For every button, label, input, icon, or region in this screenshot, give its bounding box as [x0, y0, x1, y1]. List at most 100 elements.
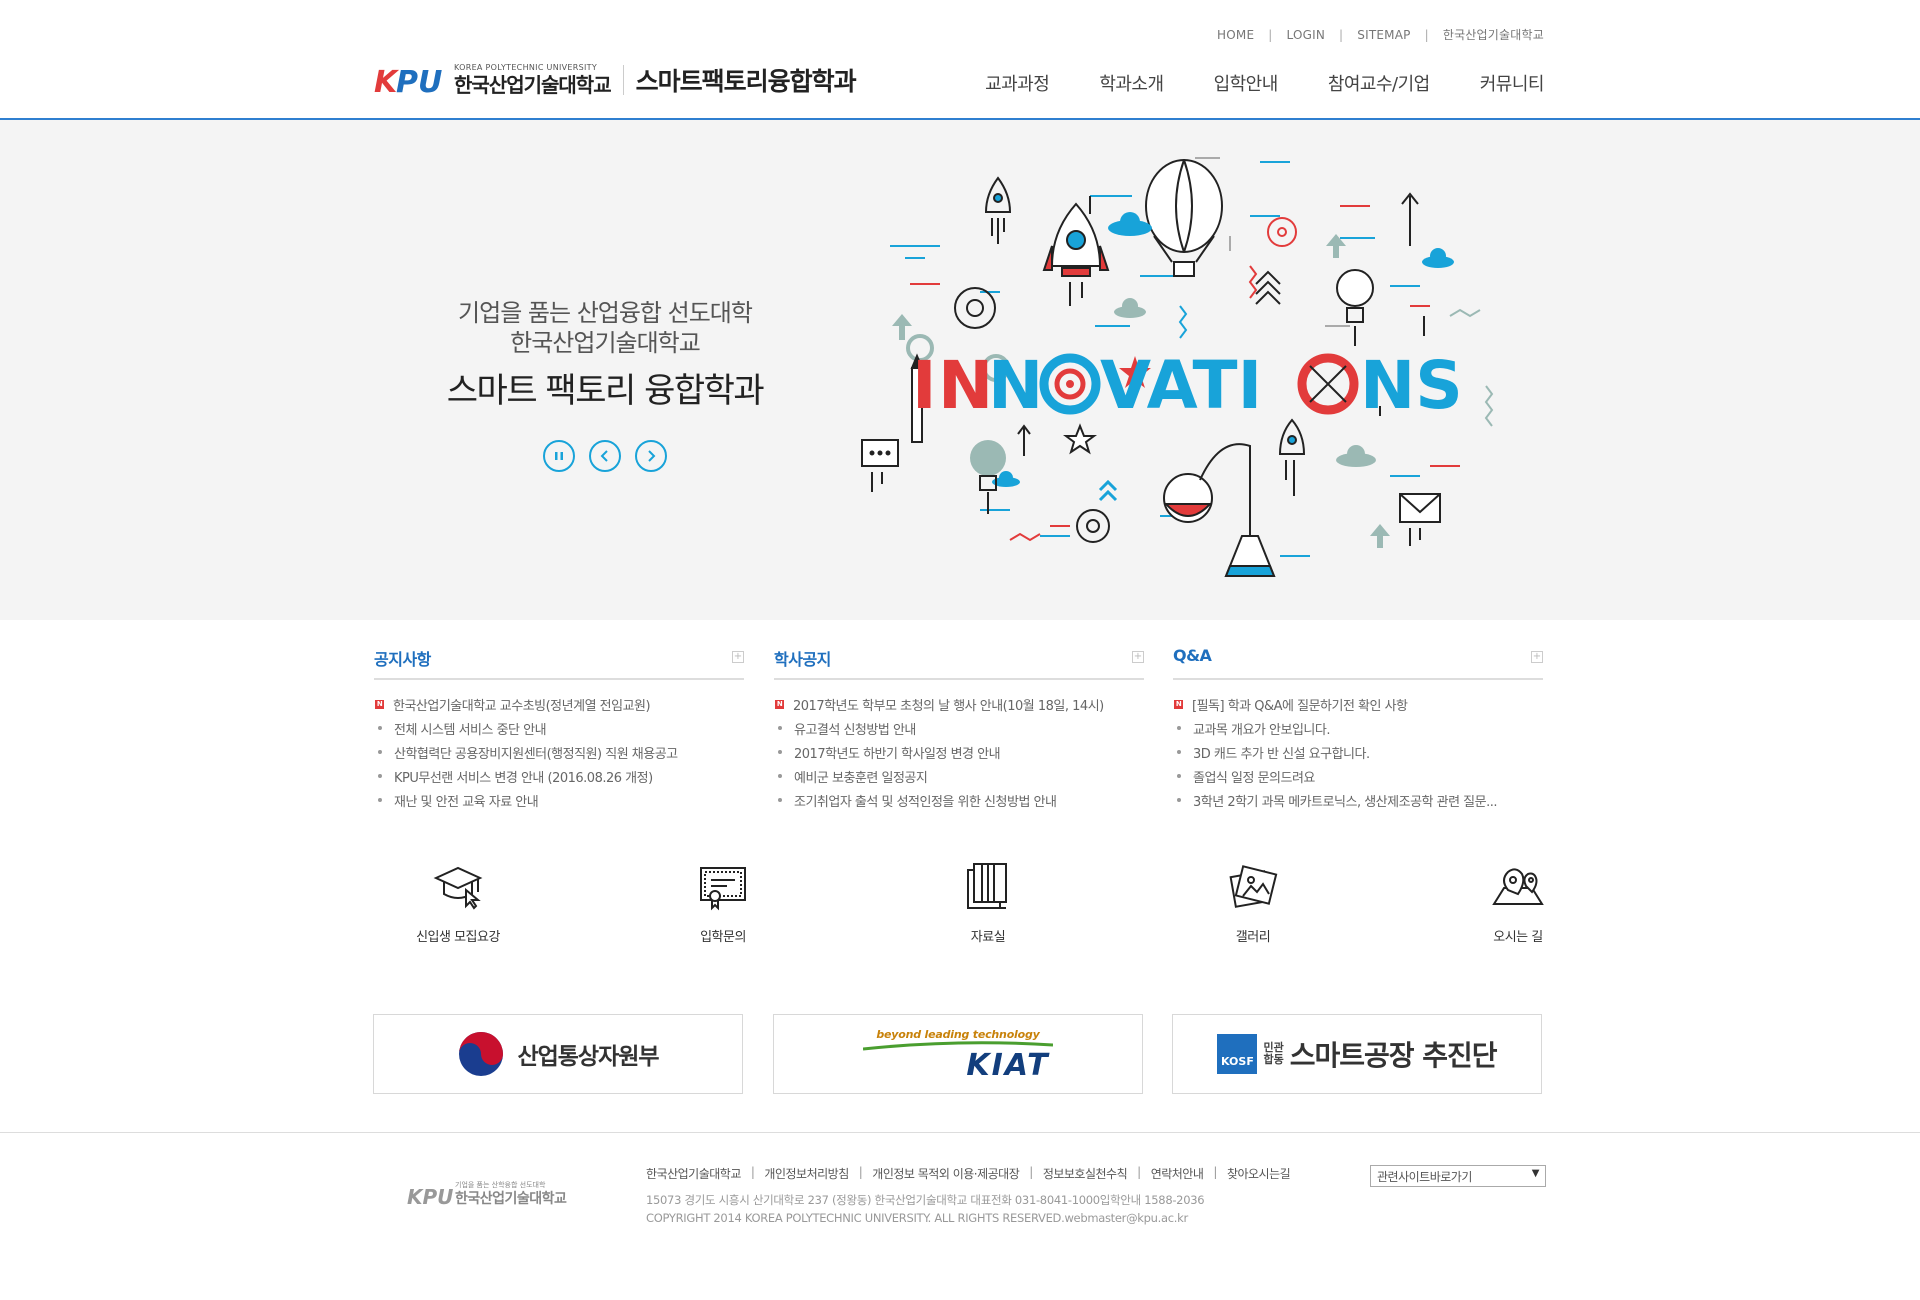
kosf-joint-label: 민관 합동 [1263, 1042, 1283, 1066]
util-login-link[interactable]: LOGIN [1287, 28, 1326, 42]
next-slide-button[interactable] [635, 440, 667, 472]
more-button[interactable]: + [1531, 651, 1543, 663]
board-notice: 공지사항 + N 한국산업기술대학교 교수초빙(정년계열 전임교원) 전체 시스템… [374, 646, 744, 812]
util-separator: | [1424, 27, 1429, 42]
util-sitemap-link[interactable]: SITEMAP [1357, 28, 1410, 42]
lightbulb-icon [1336, 269, 1374, 346]
list-item-text: 한국산업기술대학교 교수초빙(정년계열 전임교원) [393, 698, 651, 714]
list-item[interactable]: N [필독] 학과 Q&A에 질문하기전 확인 사항 [1173, 692, 1543, 716]
hero-university: 한국산업기술대학교 [510, 329, 701, 357]
kpu-logo-mark: K P U [374, 65, 442, 100]
logo-divider [622, 65, 624, 95]
footer-link-security-rules[interactable]: 정보보호실천수칙 [1043, 1165, 1128, 1182]
more-button[interactable]: + [1132, 651, 1144, 663]
banner-ministry-link[interactable]: 산업통상자원부 [373, 1014, 743, 1094]
new-badge-icon: N [775, 699, 784, 709]
list-item[interactable]: 산학협력단 공용장비지원센터(행정직원) 직원 채용공고 [374, 740, 744, 764]
quick-gallery[interactable]: 갤러리 [1183, 860, 1323, 945]
nav-department-intro[interactable]: 학과소개 [1099, 70, 1164, 96]
list-item[interactable]: 3학년 2학기 과목 메카트로닉스, 생산제조공학 관련 질문... [1173, 788, 1543, 812]
board-header: 공지사항 + [374, 646, 744, 680]
list-item-text: [필독] 학과 Q&A에 질문하기전 확인 사항 [1192, 698, 1408, 714]
footer-link-contacts[interactable]: 연락처안내 [1151, 1165, 1204, 1182]
site-footer: KPU 기업을 품는 산학융합 선도대학 한국산업기술대학교 한국산업기술대학교… [0, 1132, 1920, 1300]
footer-link-privacy-policy[interactable]: 개인정보처리방침 [764, 1165, 849, 1182]
kiat-tagline: beyond leading technology [876, 1027, 1040, 1041]
nav-community[interactable]: 커뮤니티 [1480, 70, 1545, 96]
list-item[interactable]: 졸업식 일정 문의드려요 [1173, 764, 1543, 788]
list-item[interactable]: 조기취업자 출석 및 성적인정을 위한 신청방법 안내 [774, 788, 1144, 812]
list-item-text: KPU무선랜 서비스 변경 안내 (2016.08.26 개정) [394, 770, 653, 786]
new-badge-icon: N [375, 699, 384, 709]
list-item-text: 2017학년도 하반기 학사일정 변경 안내 [794, 746, 1001, 762]
list-item[interactable]: 교과목 개요가 안보입니다. [1173, 716, 1543, 740]
list-item-text: 3D 캐드 추가 반 신설 요구합니다. [1193, 746, 1370, 762]
bullet-icon [778, 798, 782, 802]
footer-logo-name: 한국산업기술대학교 [455, 1191, 567, 1207]
kosf-badge: KOSF [1217, 1034, 1258, 1074]
list-item[interactable]: 2017학년도 하반기 학사일정 변경 안내 [774, 740, 1144, 764]
quick-directions[interactable]: 오시는 길 [1448, 860, 1588, 945]
list-item-text: 전체 시스템 서비스 중단 안내 [394, 722, 547, 738]
hero-tagline: 기업을 품는 산업융합 선도대학 [458, 299, 753, 327]
new-badge-icon: N [1174, 699, 1183, 709]
list-item-text: 2017학년도 학부모 초청의 날 행사 안내(10월 18일, 14시) [793, 698, 1104, 714]
quick-admission-inquiry[interactable]: 입학문의 [653, 860, 793, 945]
site-header: HOME | LOGIN | SITEMAP | 한국산업기술대학교 K P U… [0, 0, 1920, 120]
innovations-illustration: I N N VATI NS [861, 157, 1494, 577]
nav-professors-companies[interactable]: 참여교수/기업 [1328, 70, 1430, 96]
list-item[interactable]: 예비군 보충훈련 일정공지 [774, 764, 1144, 788]
board-title[interactable]: 공지사항 [374, 650, 431, 669]
bullet-icon [1177, 798, 1181, 802]
hero-slider-controls [543, 440, 681, 472]
util-home-link[interactable]: HOME [1217, 28, 1254, 42]
banner-kiat-link[interactable]: beyond leading technology KIAT [773, 1014, 1143, 1094]
bullet-icon [1177, 774, 1181, 778]
board-list: N 2017학년도 학부모 초청의 날 행사 안내(10월 18일, 14시) 유… [774, 692, 1144, 812]
logo-english-name: KOREA POLYTECHNIC UNIVERSITY [454, 63, 598, 72]
bullet-icon [378, 750, 382, 754]
target-icon [1267, 217, 1297, 247]
kosf-name: 스마트공장 추진단 [1289, 1039, 1498, 1072]
banner-kosf-link[interactable]: KOSF 민관 합동 스마트공장 추진단 [1172, 1014, 1542, 1094]
list-item[interactable]: N 한국산업기술대학교 교수초빙(정년계열 전임교원) [374, 692, 744, 716]
list-item[interactable]: KPU무선랜 서비스 변경 안내 (2016.08.26 개정) [374, 764, 744, 788]
list-item-text: 3학년 2학기 과목 메카트로닉스, 생산제조공학 관련 질문... [1193, 794, 1498, 810]
footer-link-privacy-ledger[interactable]: 개인정보 목적외 이용·제공대장 [872, 1165, 1019, 1182]
footer-separator: | [750, 1165, 755, 1179]
rocket-icon [1042, 202, 1110, 306]
prev-slide-button[interactable] [589, 440, 621, 472]
footer-link-university[interactable]: 한국산업기술대학교 [646, 1165, 741, 1182]
site-logo[interactable]: K P U KOREA POLYTECHNIC UNIVERSITY 한국산업기… [374, 58, 857, 102]
bullet-icon [778, 726, 782, 730]
board-title[interactable]: Q&A [1173, 646, 1212, 665]
pause-button[interactable] [543, 440, 575, 472]
kiat-name: KIAT [966, 1047, 1050, 1083]
bullet-icon [1177, 750, 1181, 754]
quick-data-room[interactable]: 자료실 [918, 860, 1058, 945]
list-item[interactable]: 재난 및 안전 교육 자료 안내 [374, 788, 744, 812]
util-university-link[interactable]: 한국산업기술대학교 [1443, 26, 1544, 43]
board-title[interactable]: 학사공지 [774, 650, 831, 669]
bullet-icon [378, 774, 382, 778]
list-item[interactable]: N 2017학년도 학부모 초청의 날 행사 안내(10월 18일, 14시) [774, 692, 1144, 716]
nav-admission[interactable]: 입학안내 [1214, 70, 1279, 96]
nav-curriculum[interactable]: 교과과정 [985, 70, 1050, 96]
quick-freshman-recruitment[interactable]: 신입생 모집요강 [388, 860, 528, 945]
list-item[interactable]: 3D 캐드 추가 반 신설 요구합니다. [1173, 740, 1543, 764]
list-item-text: 재난 및 안전 교육 자료 안내 [394, 794, 539, 810]
list-item[interactable]: 유고결석 신청방법 안내 [774, 716, 1144, 740]
list-item-text: 유고결석 신청방법 안내 [794, 722, 916, 738]
department-name: 스마트팩토리융합학과 [635, 67, 857, 96]
atom-letter-o [1297, 353, 1359, 415]
innovations-wordmark: I N N VATI NS [912, 347, 1463, 424]
balloon-icon [1145, 159, 1223, 277]
bullet-icon [378, 726, 382, 730]
family-site-select[interactable]: 관련사이트바로가기 ▼ [1370, 1165, 1546, 1187]
footer-link-directions[interactable]: 찾아오시는길 [1227, 1165, 1291, 1182]
target-letter-o [1039, 353, 1101, 415]
more-button[interactable]: + [732, 651, 744, 663]
util-separator: | [1339, 27, 1344, 42]
list-item[interactable]: 전체 시스템 서비스 중단 안내 [374, 716, 744, 740]
bullet-icon [1177, 726, 1181, 730]
